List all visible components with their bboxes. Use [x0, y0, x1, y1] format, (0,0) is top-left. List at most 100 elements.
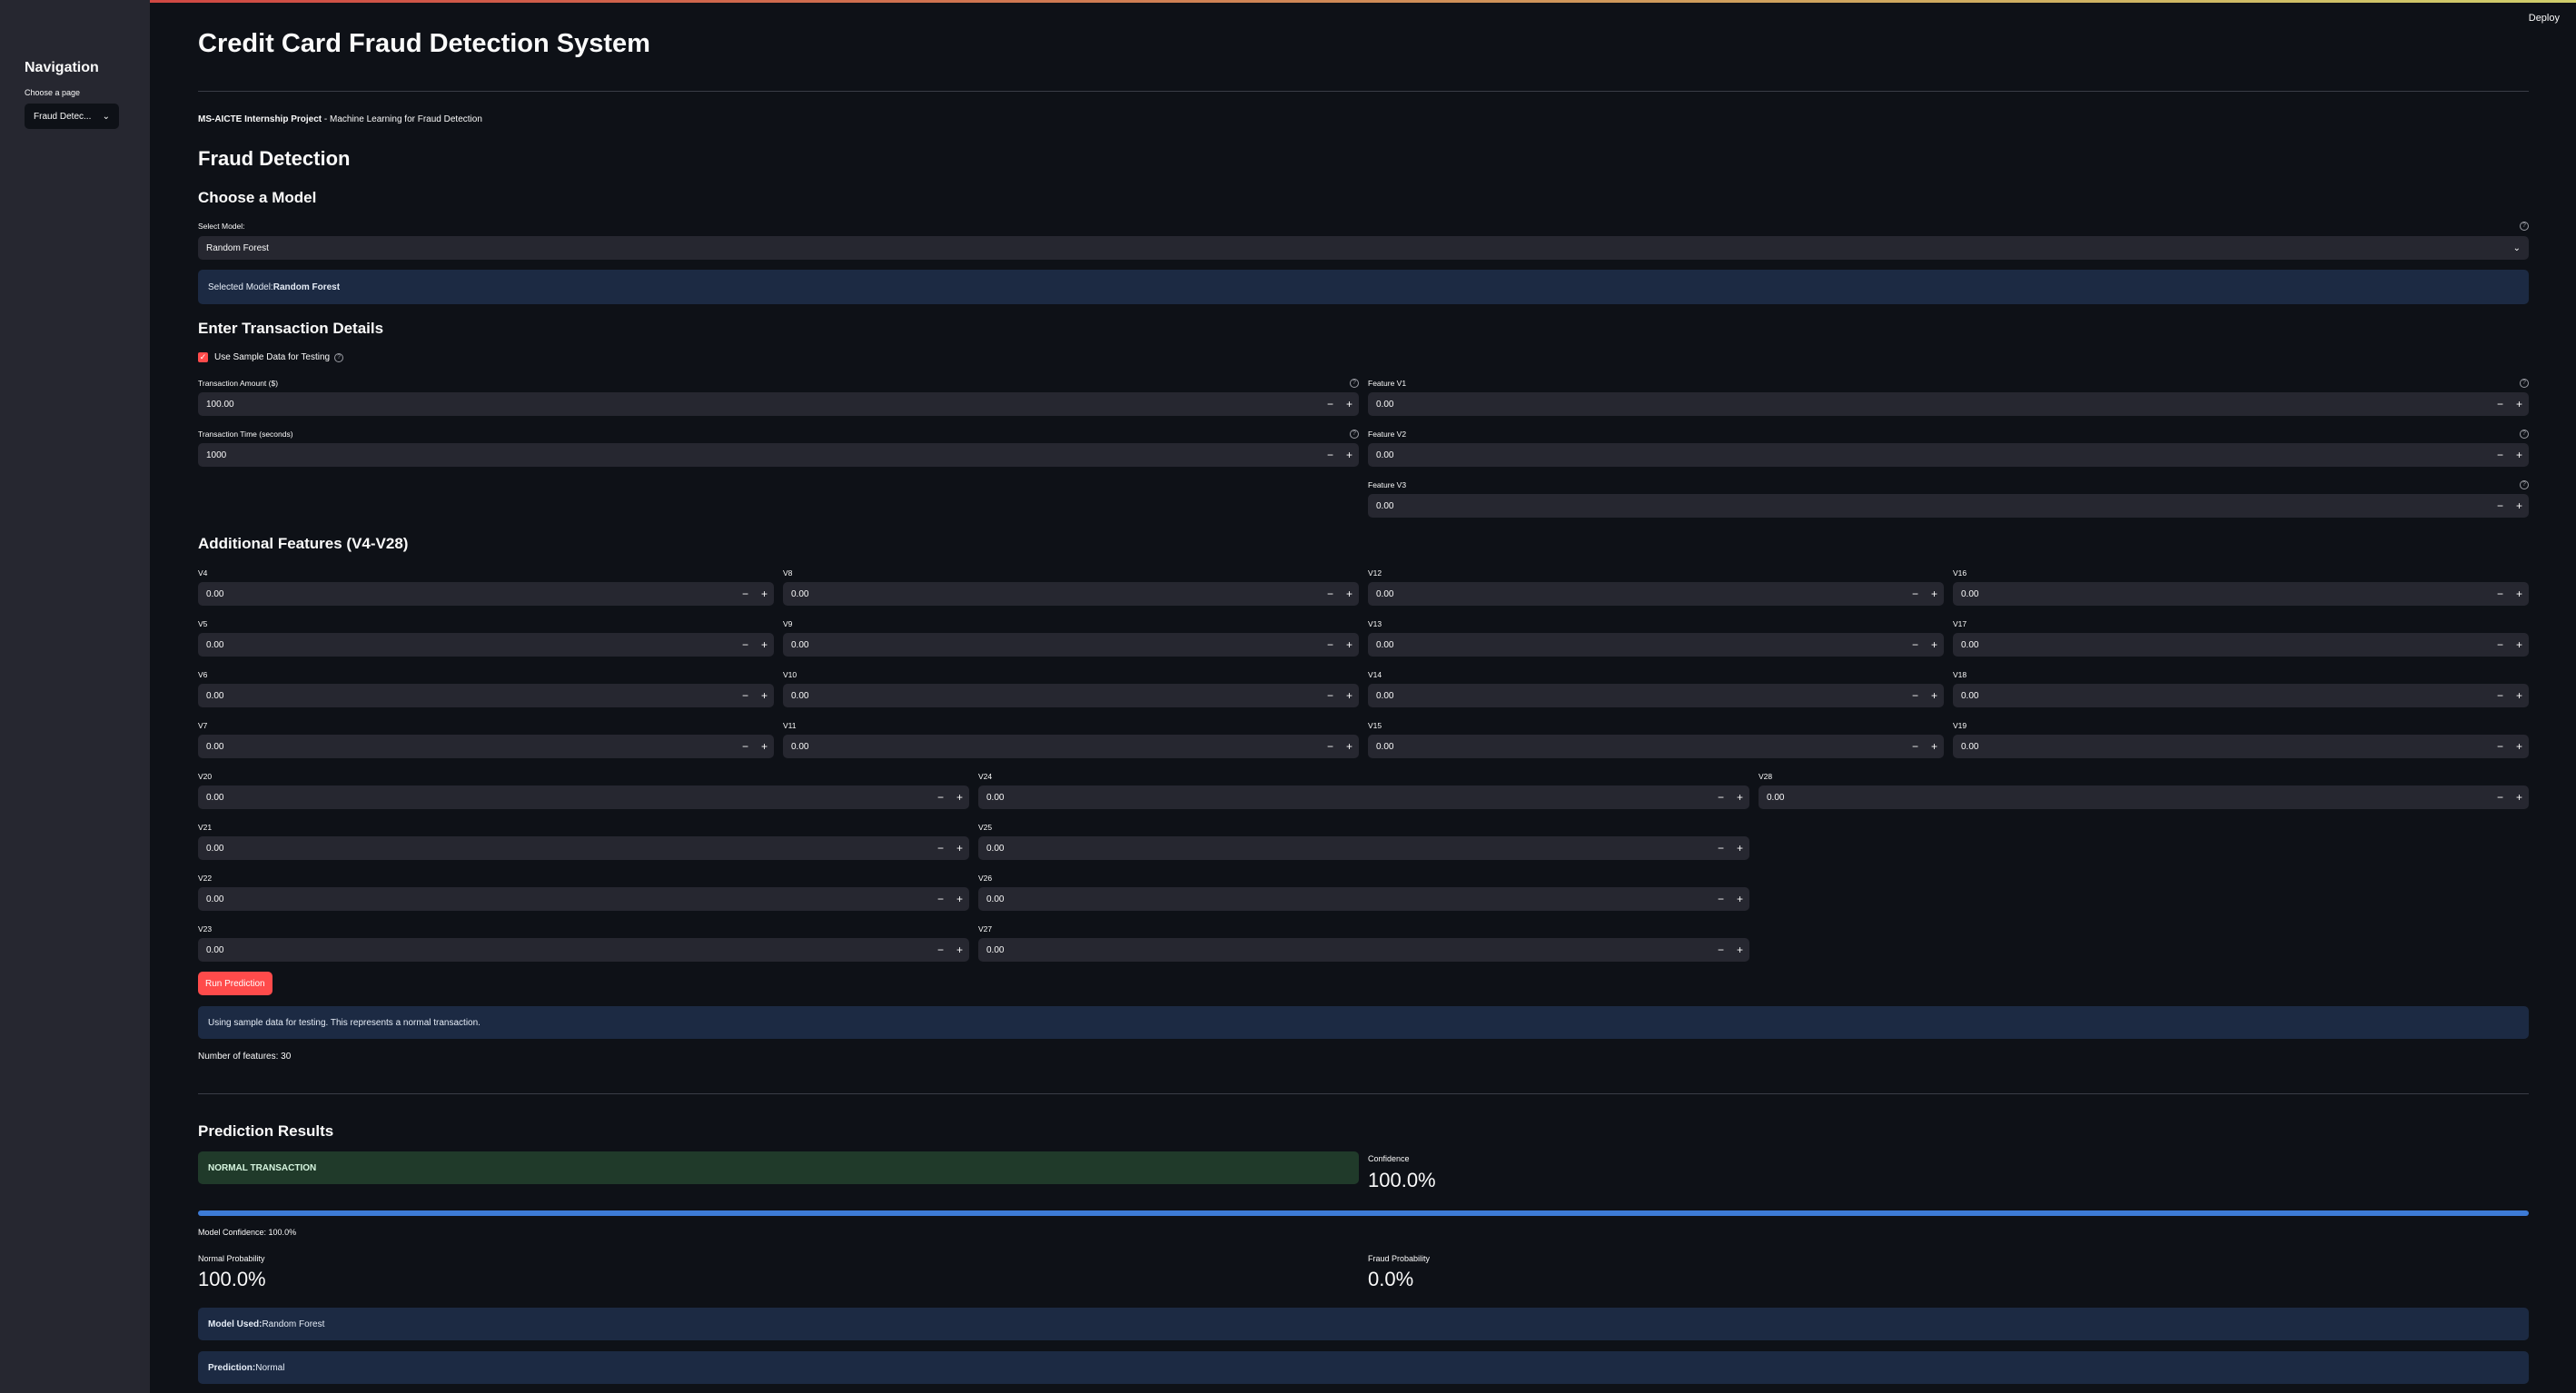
- decrement-button[interactable]: −: [2491, 449, 2510, 461]
- decrement-button[interactable]: −: [736, 689, 755, 702]
- v7-input[interactable]: 0.00 − +: [198, 735, 774, 758]
- increment-button[interactable]: +: [2510, 398, 2529, 410]
- v28-input[interactable]: 0.00 − +: [1759, 785, 2529, 809]
- v22-input[interactable]: 0.00 − +: [198, 887, 969, 911]
- increment-button[interactable]: +: [1340, 689, 1359, 702]
- v2-input[interactable]: 0.00 − +: [1368, 443, 2529, 467]
- v17-input[interactable]: 0.00 − +: [1953, 633, 2529, 657]
- sample-data-checkbox[interactable]: ✓ Use Sample Data for Testing ?: [198, 352, 344, 362]
- deploy-button[interactable]: Deploy: [2529, 13, 2560, 24]
- increment-button[interactable]: +: [2510, 638, 2529, 651]
- decrement-button[interactable]: −: [1906, 689, 1925, 702]
- decrement-button[interactable]: −: [1321, 588, 1340, 600]
- increment-button[interactable]: +: [1730, 943, 1749, 956]
- decrement-button[interactable]: −: [1906, 638, 1925, 651]
- increment-button[interactable]: +: [755, 689, 774, 702]
- increment-button[interactable]: +: [950, 791, 969, 804]
- v14-input[interactable]: 0.00 − +: [1368, 684, 1944, 707]
- decrement-button[interactable]: −: [736, 588, 755, 600]
- decrement-button[interactable]: −: [931, 943, 950, 956]
- v26-input[interactable]: 0.00 − +: [978, 887, 1749, 911]
- v3-input[interactable]: 0.00 − +: [1368, 494, 2529, 518]
- decrement-button[interactable]: −: [1711, 791, 1730, 804]
- help-icon[interactable]: ?: [2520, 430, 2529, 439]
- v12-input[interactable]: 0.00 − +: [1368, 582, 1944, 606]
- decrement-button[interactable]: −: [1711, 842, 1730, 855]
- decrement-button[interactable]: −: [2491, 588, 2510, 600]
- decrement-button[interactable]: −: [1321, 449, 1340, 461]
- v20-input[interactable]: 0.00 − +: [198, 785, 969, 809]
- v16-input[interactable]: 0.00 − +: [1953, 582, 2529, 606]
- model-select[interactable]: Random Forest ⌄: [198, 236, 2529, 260]
- decrement-button[interactable]: −: [1711, 943, 1730, 956]
- v8-input[interactable]: 0.00 − +: [783, 582, 1359, 606]
- v27-input[interactable]: 0.00 − +: [978, 938, 1749, 962]
- decrement-button[interactable]: −: [2491, 740, 2510, 753]
- increment-button[interactable]: +: [2510, 689, 2529, 702]
- v6-input[interactable]: 0.00 − +: [198, 684, 774, 707]
- page-select[interactable]: Fraud Detec... ⌄: [25, 104, 119, 129]
- increment-button[interactable]: +: [2510, 791, 2529, 804]
- v19-input[interactable]: 0.00 − +: [1953, 735, 2529, 758]
- decrement-button[interactable]: −: [1321, 638, 1340, 651]
- increment-button[interactable]: +: [950, 893, 969, 905]
- v15-input[interactable]: 0.00 − +: [1368, 735, 1944, 758]
- increment-button[interactable]: +: [1730, 893, 1749, 905]
- v4-input[interactable]: 0.00 − +: [198, 582, 774, 606]
- amount-input[interactable]: 100.00 − +: [198, 392, 1359, 416]
- increment-button[interactable]: +: [755, 740, 774, 753]
- help-icon[interactable]: ?: [334, 352, 344, 362]
- increment-button[interactable]: +: [1340, 449, 1359, 461]
- increment-button[interactable]: +: [1730, 842, 1749, 855]
- v11-input[interactable]: 0.00 − +: [783, 735, 1359, 758]
- decrement-button[interactable]: −: [2491, 398, 2510, 410]
- increment-button[interactable]: +: [1925, 740, 1944, 753]
- v23-input[interactable]: 0.00 − +: [198, 938, 969, 962]
- increment-button[interactable]: +: [755, 588, 774, 600]
- increment-button[interactable]: +: [2510, 588, 2529, 600]
- decrement-button[interactable]: −: [931, 791, 950, 804]
- decrement-button[interactable]: −: [1906, 588, 1925, 600]
- increment-button[interactable]: +: [950, 943, 969, 956]
- decrement-button[interactable]: −: [931, 842, 950, 855]
- increment-button[interactable]: +: [1340, 588, 1359, 600]
- increment-button[interactable]: +: [1925, 588, 1944, 600]
- increment-button[interactable]: +: [2510, 740, 2529, 753]
- decrement-button[interactable]: −: [1321, 740, 1340, 753]
- increment-button[interactable]: +: [755, 638, 774, 651]
- help-icon[interactable]: ?: [2520, 480, 2529, 489]
- increment-button[interactable]: +: [2510, 449, 2529, 461]
- increment-button[interactable]: +: [1925, 689, 1944, 702]
- decrement-button[interactable]: −: [2491, 689, 2510, 702]
- help-icon[interactable]: ?: [2520, 222, 2529, 231]
- increment-button[interactable]: +: [950, 842, 969, 855]
- v9-input[interactable]: 0.00 − +: [783, 633, 1359, 657]
- decrement-button[interactable]: −: [1321, 398, 1340, 410]
- increment-button[interactable]: +: [1340, 638, 1359, 651]
- increment-button[interactable]: +: [1730, 791, 1749, 804]
- v5-input[interactable]: 0.00 − +: [198, 633, 774, 657]
- run-prediction-button[interactable]: Run Prediction: [198, 972, 272, 995]
- v18-input[interactable]: 0.00 − +: [1953, 684, 2529, 707]
- v25-input[interactable]: 0.00 − +: [978, 836, 1749, 860]
- decrement-button[interactable]: −: [2491, 638, 2510, 651]
- time-input[interactable]: 1000 − +: [198, 443, 1359, 467]
- decrement-button[interactable]: −: [1906, 740, 1925, 753]
- decrement-button[interactable]: −: [2491, 791, 2510, 804]
- decrement-button[interactable]: −: [736, 638, 755, 651]
- decrement-button[interactable]: −: [1711, 893, 1730, 905]
- increment-button[interactable]: +: [1925, 638, 1944, 651]
- decrement-button[interactable]: −: [1321, 689, 1340, 702]
- decrement-button[interactable]: −: [736, 740, 755, 753]
- increment-button[interactable]: +: [1340, 740, 1359, 753]
- decrement-button[interactable]: −: [931, 893, 950, 905]
- help-icon[interactable]: ?: [1350, 379, 1359, 388]
- v13-input[interactable]: 0.00 − +: [1368, 633, 1944, 657]
- help-icon[interactable]: ?: [1350, 430, 1359, 439]
- decrement-button[interactable]: −: [2491, 499, 2510, 512]
- v1-input[interactable]: 0.00 − +: [1368, 392, 2529, 416]
- increment-button[interactable]: +: [2510, 499, 2529, 512]
- v24-input[interactable]: 0.00 − +: [978, 785, 1749, 809]
- help-icon[interactable]: ?: [2520, 379, 2529, 388]
- increment-button[interactable]: +: [1340, 398, 1359, 410]
